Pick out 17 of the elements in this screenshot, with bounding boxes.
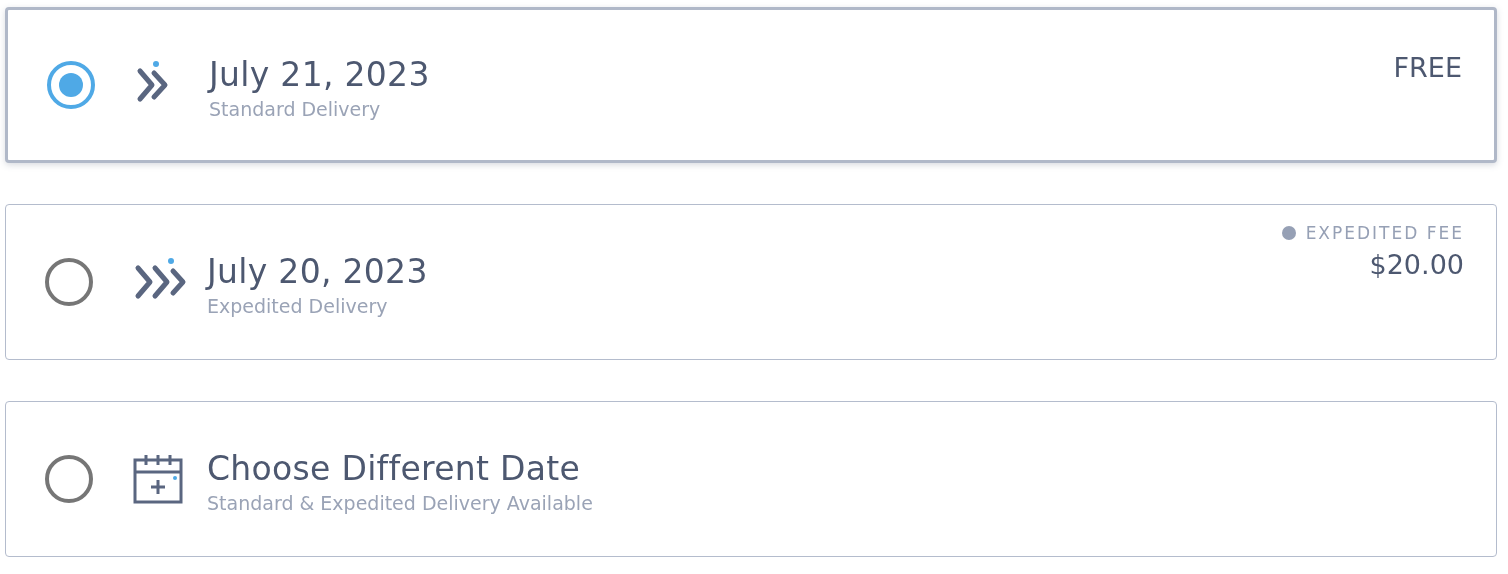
- delivery-date: July 21, 2023: [209, 54, 430, 94]
- delivery-type: Standard Delivery: [209, 97, 382, 120]
- status-dot: [1281, 226, 1296, 240]
- calendar-plus-icon: [133, 454, 185, 504]
- delivery-date: Choose Different Date: [207, 448, 582, 488]
- delivery-option-card[interactable]: July 21, 2023 Standard Delivery FREE: [5, 7, 1497, 163]
- delivery-date: July 20, 2023: [207, 251, 428, 291]
- delivery-option-card[interactable]: Choose Different Date Standard & Expedited Delivery Available: [5, 401, 1497, 557]
- price: $20.00: [1369, 249, 1464, 280]
- radio-button[interactable]: [47, 61, 95, 109]
- delivery-type: Expedited Delivery: [207, 294, 389, 317]
- radio-button[interactable]: [45, 455, 93, 503]
- fee-label: EXPEDITED FEE: [1305, 223, 1464, 243]
- delivery-option-card[interactable]: July 20, 2023 Expedited Delivery EXPEDITED FEE $20.00: [5, 204, 1497, 360]
- price: FREE: [1393, 52, 1462, 83]
- radio-button[interactable]: [45, 258, 93, 306]
- delivery-type: Standard & Expedited Delivery Available: [207, 491, 593, 514]
